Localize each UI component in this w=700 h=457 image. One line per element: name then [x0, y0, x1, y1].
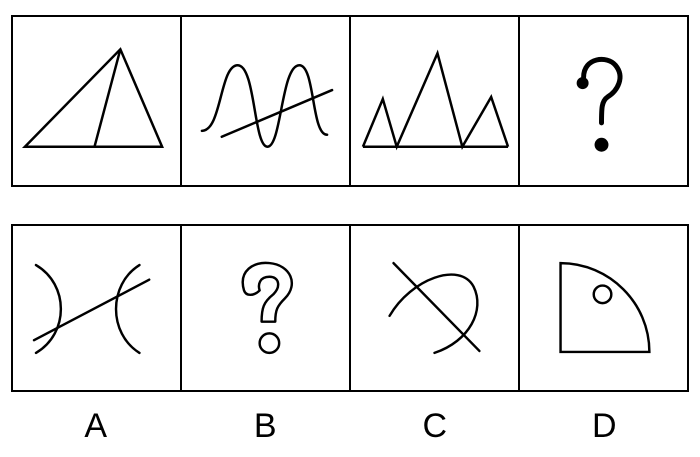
quarter-circle-with-circle-icon — [559, 261, 651, 354]
option-cell-a[interactable] — [13, 226, 182, 390]
three-peaks-icon — [361, 49, 510, 151]
question-cell-2 — [182, 17, 351, 185]
triangle-with-inner-line-icon — [21, 47, 164, 148]
question-mark-icon — [576, 56, 623, 152]
option-cell-d[interactable] — [520, 226, 687, 390]
question-cell-4 — [520, 17, 687, 185]
option-labels: A B C D — [11, 404, 689, 448]
option-label-a[interactable]: A — [11, 404, 181, 448]
wave-crossed-by-line-icon — [200, 63, 334, 148]
question-row — [11, 15, 689, 187]
question-cell-1 — [13, 17, 182, 185]
option-label-d[interactable]: D — [520, 404, 690, 448]
option-label-b[interactable]: B — [181, 404, 351, 448]
outlined-question-mark-icon — [241, 261, 293, 355]
two-arcs-crossed-line-icon — [32, 263, 151, 355]
option-cell-c[interactable] — [351, 226, 520, 390]
option-cell-b[interactable] — [182, 226, 351, 390]
arc-crossed-line-icon — [388, 261, 481, 355]
options-row — [11, 224, 689, 392]
option-label-c[interactable]: C — [350, 404, 520, 448]
question-cell-3 — [351, 17, 520, 185]
